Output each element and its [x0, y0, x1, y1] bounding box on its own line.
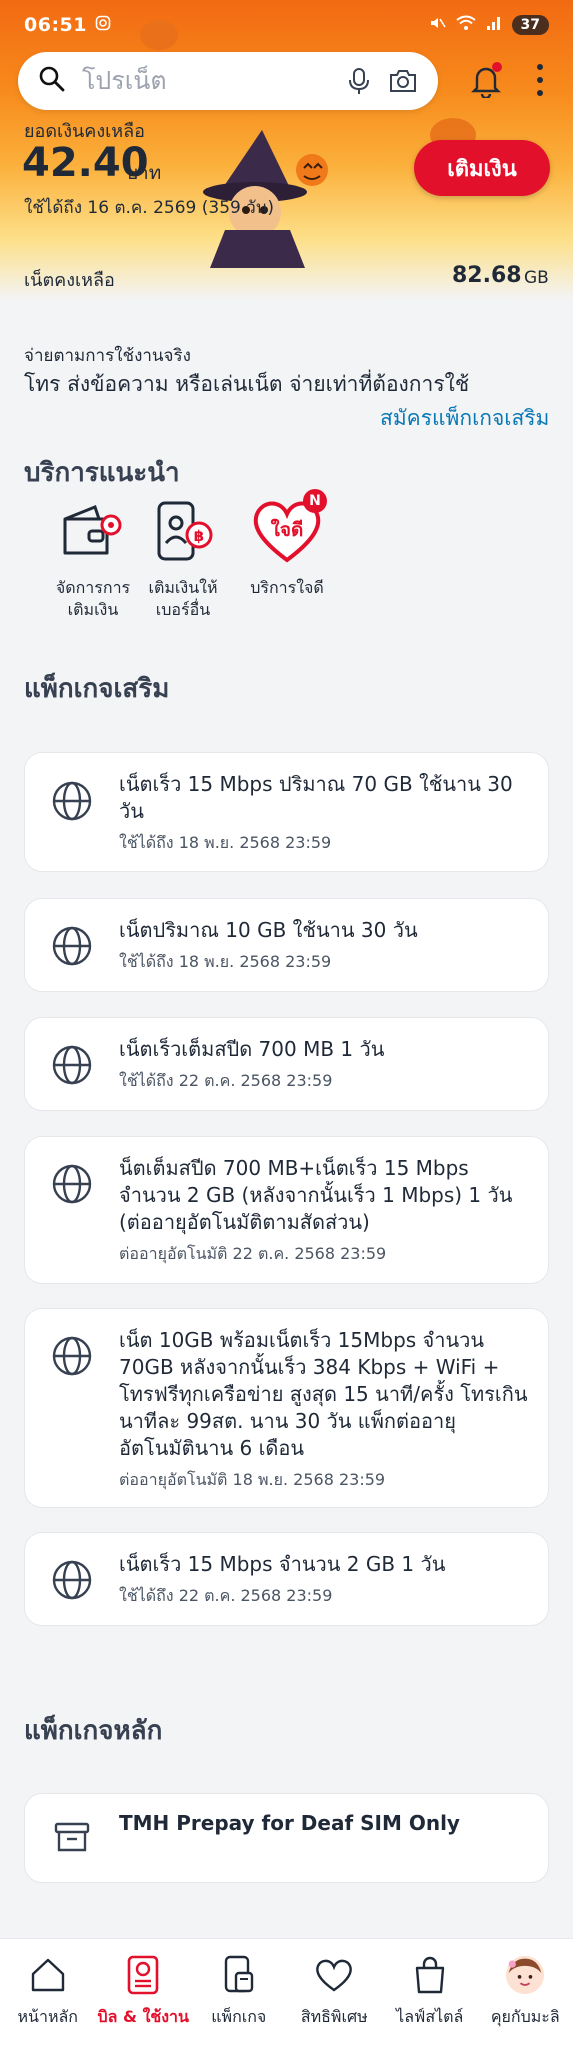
services-title: บริการแนะนำ — [24, 458, 180, 488]
globe-icon — [52, 926, 92, 966]
nav-label: บิล & ใช้งาน — [97, 2007, 189, 2026]
status-bar: 06:51 37 — [0, 0, 573, 50]
nav-item-home[interactable]: หน้าหลัก — [0, 1939, 96, 2048]
service-label: เติมเงินให้ เบอร์อื่น — [148, 578, 218, 619]
addon-package-validity: ใช้ได้ถึง 22 ต.ค. 2568 23:59 — [119, 1071, 333, 1090]
nav-label: แพ็กเกจ — [211, 2007, 267, 2026]
more-options-icon[interactable] — [533, 64, 547, 96]
search-icon — [38, 65, 66, 97]
addon-package-card[interactable]: เน็ตเร็วเต็มสปีด 700 MB 1 วัน ใช้ได้ถึง … — [24, 1017, 549, 1111]
addon-package-title: น็ตเต็มสปีด 700 MB+เน็ตเร็ว 15 Mbps จำนว… — [119, 1156, 513, 1234]
status-time: 06:51 — [24, 14, 87, 36]
nav-item-privileges[interactable]: สิทธิพิเศษ — [287, 1939, 383, 2048]
camera-icon[interactable] — [388, 66, 418, 96]
main-package-title: แพ็กเกจหลัก — [24, 1716, 163, 1746]
addon-package-validity: ใช้ได้ถึง 18 พ.ย. 2568 23:59 — [119, 952, 332, 971]
battery-indicator: 37 — [511, 15, 549, 35]
nav-label: คุยกับมะลิ — [490, 2007, 560, 2026]
net-remaining-unit: GB — [524, 268, 549, 288]
globe-icon — [52, 1164, 92, 1204]
balance-valid-until: ใช้ได้ถึง 16 ต.ค. 2569 (359 วัน) — [24, 198, 275, 218]
addon-package-title: เน็ตเร็วเต็มสปีด 700 MB 1 วัน — [119, 1037, 385, 1061]
main-package-name: TMH Prepay for Deaf SIM Only — [119, 1811, 460, 1835]
addon-packages-title: แพ็กเกจเสริม — [24, 674, 170, 704]
heart-jaidee-icon: ใจดี N — [251, 489, 327, 567]
addon-package-title: เน็ตเร็ว 15 Mbps ปริมาณ 70 GB ใช้นาน 30 … — [119, 772, 513, 823]
svg-text:฿: ฿ — [194, 527, 204, 545]
globe-icon — [52, 1045, 92, 1085]
phone-baht-icon: ฿ — [147, 495, 219, 567]
subscribe-addon-link[interactable]: สมัครแพ็กเกจเสริม — [380, 402, 549, 435]
heart-icon — [314, 1955, 354, 1995]
wifi-icon — [455, 14, 476, 36]
nav-label: หน้าหลัก — [17, 2007, 78, 2026]
instagram-icon — [95, 14, 111, 36]
microphone-icon[interactable] — [344, 66, 374, 96]
package-icon — [219, 1955, 259, 1995]
search-input[interactable]: โปรเน็ต — [82, 61, 330, 101]
home-icon — [28, 1955, 68, 1995]
addon-package-title: เน็ต 10GB พร้อมเน็ตเร็ว 15Mbps จำนวน 70G… — [119, 1328, 528, 1460]
notification-bell-icon[interactable] — [468, 62, 504, 100]
addon-package-validity: ใช้ได้ถึง 22 ต.ค. 2568 23:59 — [119, 1586, 333, 1605]
addon-package-card[interactable]: เน็ตเร็ว 15 Mbps ปริมาณ 70 GB ใช้นาน 30 … — [24, 752, 549, 872]
search-bar[interactable]: โปรเน็ต — [18, 52, 438, 110]
nav-label: สิทธิพิเศษ — [300, 2007, 368, 2026]
jaidee-logo-text: ใจดี — [271, 518, 304, 541]
globe-icon — [52, 1560, 92, 1600]
main-package-card[interactable]: TMH Prepay for Deaf SIM Only — [24, 1793, 549, 1883]
topup-button[interactable]: เติมเงิน — [414, 140, 550, 196]
archive-box-icon — [54, 1822, 90, 1852]
net-remaining-label: เน็ตคงเหลือ — [24, 270, 115, 291]
shopping-bag-icon — [410, 1955, 450, 1995]
addon-package-validity: ต่ออายุอัตโนมัติ 18 พ.ย. 2568 23:59 — [119, 1470, 386, 1489]
mute-icon — [428, 14, 446, 37]
addon-package-title: เน็ตปริมาณ 10 GB ใช้นาน 30 วัน — [119, 918, 418, 942]
signal-icon — [486, 14, 502, 36]
addon-package-card[interactable]: เน็ต 10GB พร้อมเน็ตเร็ว 15Mbps จำนวน 70G… — [24, 1308, 549, 1508]
bottom-navigation: หน้าหลัก บิล & ใช้งาน แพ็กเกจ สิทธิพิเศษ… — [0, 1938, 573, 2048]
service-item-jaidee[interactable]: ใจดี N บริการใจดี — [222, 489, 352, 599]
nav-item-package[interactable]: แพ็กเกจ — [191, 1939, 287, 2048]
balance-unit: บาท — [126, 162, 162, 184]
addon-package-card[interactable]: เน็ตปริมาณ 10 GB ใช้นาน 30 วัน ใช้ได้ถึง… — [24, 898, 549, 992]
addon-package-title: เน็ตเร็ว 15 Mbps จำนวน 2 GB 1 วัน — [119, 1552, 446, 1576]
nav-item-chat-mali[interactable]: คุยกับมะลิ — [478, 1939, 573, 2048]
nav-label: ไลฟ์สไตล์ — [396, 2007, 464, 2026]
nav-item-lifestyle[interactable]: ไลฟ์สไตล์ — [382, 1939, 478, 2048]
service-label: บริการใจดี — [250, 578, 324, 597]
mali-avatar-icon — [505, 1955, 545, 1995]
net-remaining-value: 82.68 — [452, 263, 522, 288]
globe-icon — [52, 781, 92, 821]
addon-package-card[interactable]: เน็ตเร็ว 15 Mbps จำนวน 2 GB 1 วัน ใช้ได้… — [24, 1532, 549, 1626]
new-badge: N — [303, 489, 327, 513]
bill-icon — [123, 1955, 163, 1995]
addon-package-validity: ต่ออายุอัตโนมัติ 22 ต.ค. 2568 23:59 — [119, 1244, 387, 1263]
addon-package-validity: ใช้ได้ถึง 18 พ.ย. 2568 23:59 — [119, 833, 332, 852]
notification-dot — [492, 62, 502, 72]
addon-package-card[interactable]: น็ตเต็มสปีด 700 MB+เน็ตเร็ว 15 Mbps จำนว… — [24, 1136, 549, 1284]
nav-item-bill-usage[interactable]: บิล & ใช้งาน — [96, 1939, 192, 2048]
payg-description: โทร ส่งข้อความ หรือเล่นเน็ต จ่ายเท่าที่ต… — [24, 372, 470, 396]
globe-icon — [52, 1336, 92, 1376]
payg-title: จ่ายตามการใช้งานจริง — [24, 346, 191, 366]
